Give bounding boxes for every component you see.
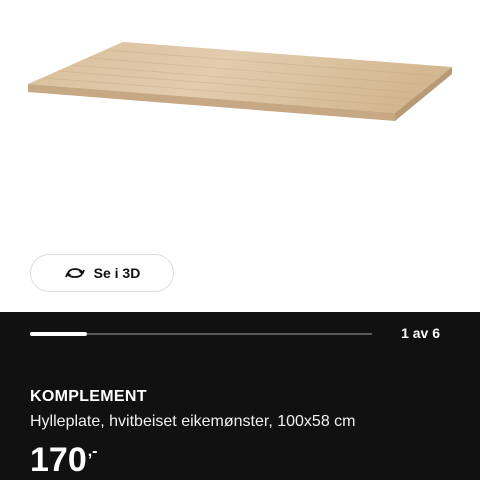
view-in-3d-label: Se i 3D <box>93 265 141 281</box>
carousel-progress-fill <box>30 332 87 336</box>
product-description: Hylleplate, hvitbeiset eikemønster, 100x… <box>30 413 356 430</box>
product-info-panel: 1 av 6 KOMPLEMENT Hylleplate, hvitbeiset… <box>0 312 480 480</box>
product-image-area: Se i 3D <box>0 0 480 312</box>
view-in-3d-button[interactable]: Se i 3D <box>30 254 174 292</box>
carousel-progress-bar[interactable] <box>30 332 372 336</box>
product-price: 170 ,- <box>30 440 98 480</box>
carousel-counter: 1 av 6 <box>401 325 440 341</box>
product-name[interactable]: KOMPLEMENT <box>30 388 147 406</box>
rotate-3d-icon <box>64 268 85 278</box>
price-amount: 170 <box>30 441 87 479</box>
price-suffix: ,- <box>87 443 98 460</box>
